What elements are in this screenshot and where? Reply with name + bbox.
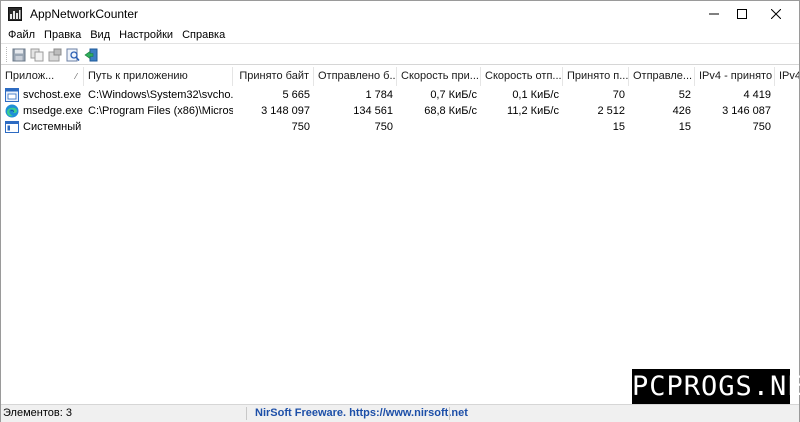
path-cell: C:\Program Files (x86)\Micros...: [88, 105, 233, 117]
column-header-send-speed[interactable]: Скорость отп...: [481, 67, 563, 86]
receive-speed-cell: 0,7 КиБ/с: [430, 89, 477, 101]
column-header-path[interactable]: Путь к приложению: [84, 67, 233, 86]
copy-icon: [30, 48, 43, 61]
receive-speed-cell: 68,8 КиБ/с: [424, 105, 477, 117]
list-header: Прилож... ⁄ Путь к приложению Принято ба…: [1, 67, 799, 86]
toolbar-grip: [6, 47, 9, 62]
app-name-cell: svchost.exe: [23, 89, 82, 101]
find-button[interactable]: [64, 46, 81, 63]
column-header-label: Прилож...: [5, 70, 55, 82]
table-row[interactable]: Системный ... 750 750 15 15 750: [1, 119, 799, 135]
status-divider: [449, 407, 450, 420]
app-list-view[interactable]: Прилож... ⁄ Путь к приложению Принято ба…: [1, 67, 799, 403]
title-bar[interactable]: AppNetworkCounter: [1, 1, 799, 27]
ipv4-received-cell: 4 419: [743, 89, 771, 101]
ipv4-received-cell: 750: [752, 121, 771, 133]
received-bytes-cell: 3 148 097: [261, 105, 310, 117]
column-header-label: Скорость отп...: [485, 70, 562, 82]
send-speed-cell: [481, 119, 563, 135]
table-row[interactable]: msedge.exe C:\Program Files (x86)\Micros…: [1, 103, 799, 119]
exit-button[interactable]: [82, 46, 99, 63]
column-header-ipv4-received[interactable]: IPv4 - принято: [695, 67, 775, 86]
column-header-label: Скорость при...: [401, 70, 479, 82]
path-cell: C:\Windows\System32\svcho...: [88, 89, 233, 101]
column-header-receive-speed[interactable]: Скорость при...: [397, 67, 481, 86]
received-packets-cell: 2 512: [597, 105, 625, 117]
sent-bytes-cell: 750: [374, 121, 393, 133]
send-speed-cell: 0,1 КиБ/с: [512, 89, 559, 101]
sent-packets-cell: 426: [672, 105, 691, 117]
menu-help[interactable]: Справка: [175, 27, 225, 43]
column-header-label: Принято байт: [239, 70, 309, 82]
status-bar: Элементов: 3 NirSoft Freeware. https://w…: [1, 404, 799, 422]
menu-view[interactable]: Вид: [83, 27, 110, 43]
ipv4-received-cell: 3 146 087: [722, 105, 771, 117]
item-count: Элементов: 3: [3, 407, 247, 420]
nirsoft-link[interactable]: NirSoft Freeware. https://www.nirsoft.ne…: [255, 407, 468, 420]
properties-button[interactable]: [46, 46, 63, 63]
sent-packets-cell: 52: [678, 89, 691, 101]
column-header-label: Принято п...: [567, 70, 629, 82]
copy-button[interactable]: [28, 46, 45, 63]
received-bytes-cell: 750: [291, 121, 310, 133]
column-header-ipv4[interactable]: IPv4: [775, 67, 799, 86]
column-header-app[interactable]: Прилож... ⁄: [1, 67, 84, 86]
column-header-label: IPv4 - принято: [699, 70, 773, 82]
properties-icon: [48, 48, 61, 61]
path-cell: [84, 119, 233, 135]
column-header-label: Отправле...: [633, 70, 693, 82]
menu-edit[interactable]: Правка: [37, 27, 81, 43]
find-icon: [66, 48, 80, 61]
app-icon: [8, 7, 22, 21]
menu-file[interactable]: Файл: [1, 27, 35, 43]
system-icon: [5, 121, 19, 133]
close-icon: [771, 9, 781, 19]
maximize-icon: [737, 9, 747, 19]
column-header-sent-packets[interactable]: Отправле...: [629, 67, 695, 86]
app-window: AppNetworkCounter Файл Правка Вид Настро…: [0, 0, 800, 422]
received-bytes-cell: 5 665: [282, 89, 310, 101]
column-header-received-bytes[interactable]: Принято байт: [233, 67, 314, 86]
column-header-label: Отправлено б...: [318, 70, 397, 82]
edge-icon: [5, 104, 19, 118]
column-header-received-packets[interactable]: Принято п...: [563, 67, 629, 86]
exit-icon: [83, 48, 97, 61]
received-packets-cell: 70: [612, 89, 625, 101]
save-button[interactable]: [10, 46, 27, 63]
svchost-icon: [5, 88, 19, 102]
watermark: PCPROGS.NET: [632, 369, 800, 405]
menu-options[interactable]: Настройки: [112, 27, 173, 43]
app-name-cell: msedge.exe: [23, 105, 83, 117]
app-name-cell: Системный ...: [23, 121, 84, 133]
sent-packets-cell: 15: [678, 121, 691, 133]
sent-bytes-cell: 134 561: [353, 105, 393, 117]
send-speed-cell: 11,2 КиБ/с: [507, 105, 559, 117]
toolbar: [1, 43, 799, 65]
column-header-label: IPv4: [779, 70, 799, 82]
window-title: AppNetworkCounter: [30, 7, 139, 21]
sent-bytes-cell: 1 784: [365, 89, 393, 101]
menu-bar: Файл Правка Вид Настройки Справка: [1, 27, 799, 43]
sort-ascending-icon: ⁄: [75, 72, 77, 81]
close-button[interactable]: [753, 1, 799, 27]
save-icon: [12, 48, 25, 61]
table-row[interactable]: svchost.exe C:\Windows\System32\svcho...…: [1, 87, 799, 103]
column-header-sent-bytes[interactable]: Отправлено б...: [314, 67, 397, 86]
minimize-icon: [709, 13, 719, 15]
column-header-label: Путь к приложению: [88, 70, 188, 82]
receive-speed-cell: [397, 119, 481, 135]
received-packets-cell: 15: [612, 121, 625, 133]
